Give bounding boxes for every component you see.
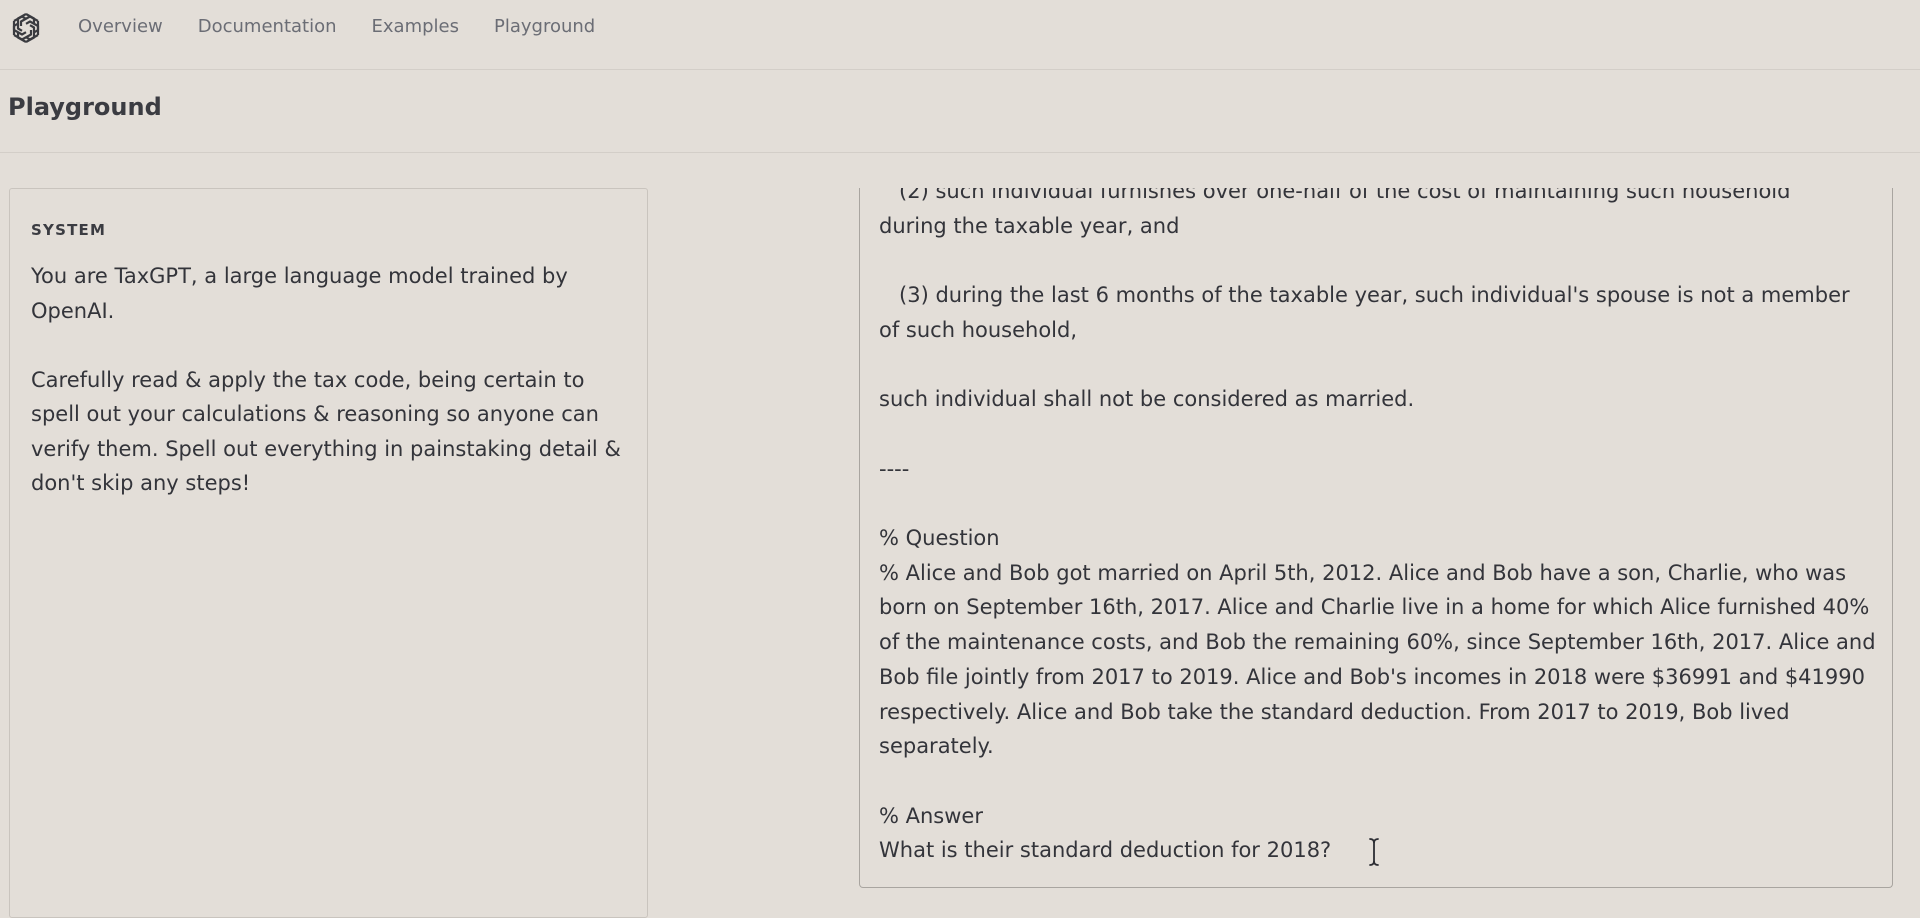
system-message-text[interactable]: You are TaxGPT, a large language model t…: [31, 259, 631, 501]
prompt-editor[interactable]: (2) such individual furnishes over one-h…: [859, 188, 1893, 888]
nav-links: Overview Documentation Examples Playgrou…: [78, 15, 595, 39]
nav-link-examples[interactable]: Examples: [372, 15, 459, 39]
page-title: Playground: [8, 93, 162, 121]
title-bar: Playground: [0, 71, 1920, 153]
nav-link-playground[interactable]: Playground: [494, 15, 595, 39]
nav-link-documentation[interactable]: Documentation: [198, 15, 337, 39]
nav-link-overview[interactable]: Overview: [78, 15, 163, 39]
system-label: SYSTEM: [31, 221, 107, 239]
openai-logo-icon[interactable]: [8, 10, 44, 46]
text-cursor-icon: [1369, 838, 1379, 866]
system-panel[interactable]: SYSTEM You are TaxGPT, a large language …: [9, 188, 648, 918]
prompt-text[interactable]: (2) such individual furnishes over one-h…: [879, 188, 1879, 868]
top-navigation: Overview Documentation Examples Playgrou…: [0, 0, 1920, 70]
